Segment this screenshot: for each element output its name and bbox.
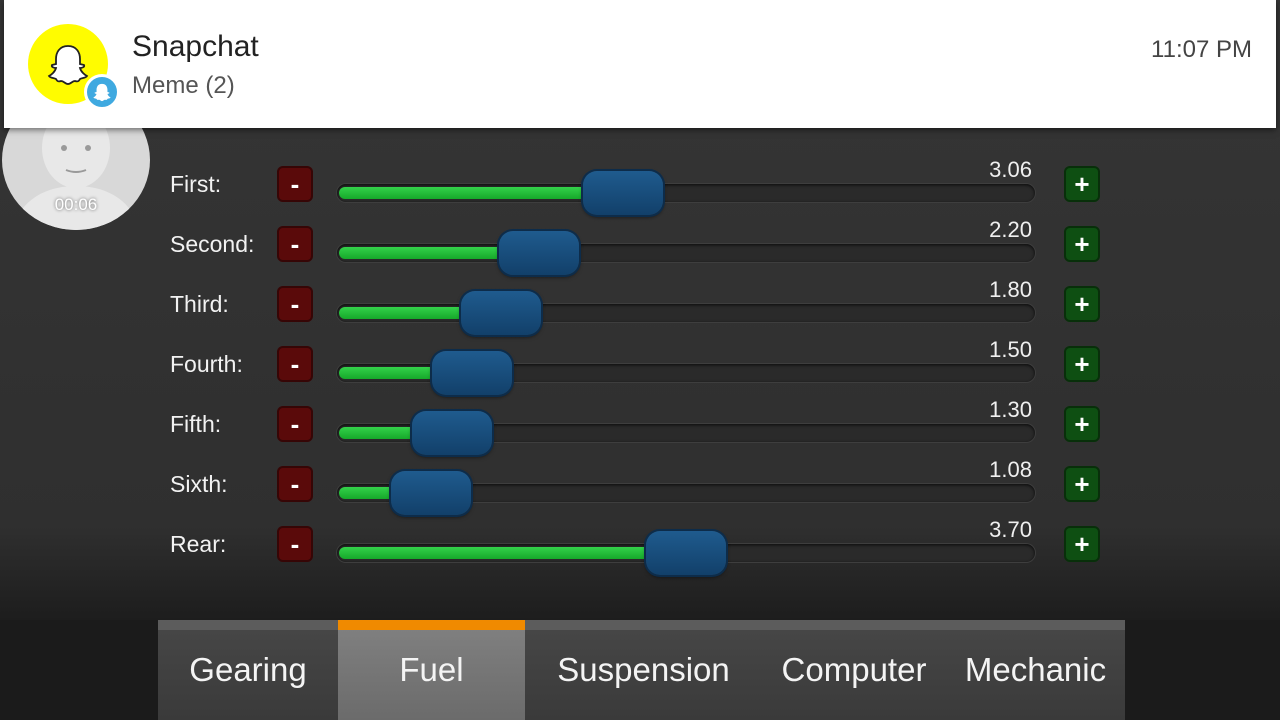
tab-suspension[interactable]: Suspension (525, 620, 762, 720)
decrease-button[interactable]: - (277, 406, 313, 442)
decrease-button[interactable]: - (277, 346, 313, 382)
tab-computer[interactable]: Computer (762, 620, 946, 720)
gear-row-sixth: Sixth: - 1.08 + (0, 454, 1280, 515)
snapchat-badge-icon (84, 74, 120, 110)
decrease-button[interactable]: - (277, 466, 313, 502)
slider-thumb[interactable] (583, 171, 664, 215)
increase-button[interactable]: + (1064, 226, 1100, 262)
gear-slider[interactable] (337, 291, 1035, 335)
gear-row-fourth: Fourth: - 1.50 + (0, 334, 1280, 395)
slider-thumb[interactable] (461, 291, 542, 335)
notification-time: 11:07 PM (1151, 36, 1252, 63)
decrease-button[interactable]: - (277, 526, 313, 562)
gear-label: Second: (170, 231, 255, 257)
gear-row-fifth: Fifth: - 1.30 + (0, 394, 1280, 455)
gear-slider[interactable] (337, 531, 1035, 575)
decrease-button[interactable]: - (277, 226, 313, 262)
gear-label: Fourth: (170, 351, 243, 377)
gear-label: Sixth: (170, 471, 228, 497)
gear-label: First: (170, 171, 222, 197)
gear-value: 3.06 (989, 157, 1032, 182)
gear-slider[interactable] (337, 411, 1035, 455)
decrease-button[interactable]: - (277, 166, 313, 202)
increase-button[interactable]: + (1064, 346, 1100, 382)
increase-button[interactable]: + (1064, 166, 1100, 202)
tab-label: Gearing (189, 651, 307, 688)
gear-row-third: Third: - 1.80 + (0, 274, 1280, 335)
increase-button[interactable]: + (1064, 406, 1100, 442)
gear-slider[interactable] (337, 471, 1035, 515)
tab-label: Mechanic (964, 651, 1107, 688)
gear-slider[interactable] (337, 231, 1035, 275)
gear-row-rear: Rear: - 3.70 + (0, 514, 1280, 575)
notification-banner[interactable]: Snapchat Meme (2) 11:07 PM (4, 0, 1276, 128)
slider-fill (339, 187, 622, 199)
slider-thumb[interactable] (391, 471, 472, 515)
gear-label: Fifth: (170, 411, 222, 437)
increase-button[interactable]: + (1064, 466, 1100, 502)
increase-button[interactable]: + (1064, 526, 1100, 562)
tab-mechanic[interactable]: Mechanic (946, 620, 1125, 720)
gear-row-first: First: - 3.06 + (0, 154, 1280, 215)
notification-message: Meme (2) (132, 72, 235, 99)
slider-thumb[interactable] (646, 531, 726, 575)
gear-label: Rear: (170, 531, 227, 557)
gear-slider[interactable] (337, 171, 1035, 215)
slider-thumb[interactable] (412, 411, 493, 455)
decrease-button[interactable]: - (277, 286, 313, 322)
gear-slider[interactable] (337, 351, 1035, 395)
slider-thumb[interactable] (431, 351, 512, 395)
tab-fuel[interactable]: Fuel (338, 620, 525, 720)
call-timer: 00:06 (54, 195, 98, 214)
gear-value: 1.80 (989, 277, 1032, 302)
tab-bar: Gearing Fuel Suspension Computer Mechani… (0, 620, 1280, 720)
tab-gearing[interactable]: Gearing (158, 620, 338, 720)
gear-label: Third: (170, 291, 229, 317)
slider-fill (339, 547, 684, 559)
tab-label: Fuel (399, 651, 464, 688)
tab-label: Suspension (557, 651, 730, 688)
gear-value: 2.20 (989, 217, 1032, 242)
tab-label: Computer (781, 651, 927, 688)
gear-value: 1.50 (989, 337, 1032, 362)
gear-value: 3.70 (989, 517, 1032, 542)
gear-value: 1.08 (989, 457, 1032, 482)
increase-button[interactable]: + (1064, 286, 1100, 322)
slider-thumb[interactable] (499, 231, 580, 275)
gear-row-second: Second: - 2.20 + (0, 214, 1280, 275)
notification-app-name: Snapchat (132, 30, 259, 63)
gear-value: 1.30 (989, 397, 1032, 422)
